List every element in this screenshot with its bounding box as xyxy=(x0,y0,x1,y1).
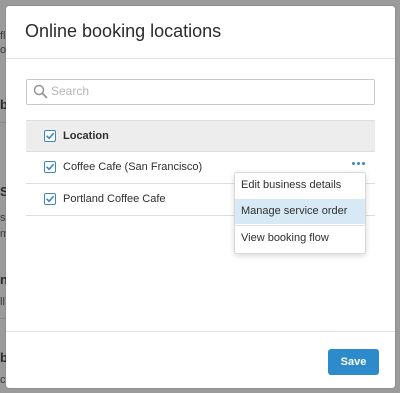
checkmark-icon xyxy=(46,195,54,203)
background-text: c xyxy=(0,374,6,386)
column-header-location: Location xyxy=(63,130,109,142)
table-header-row: Location xyxy=(26,120,375,152)
checkmark-icon xyxy=(46,163,54,171)
background-text: s xyxy=(0,212,6,224)
booking-locations-modal: Online booking locations Location Coffee… xyxy=(6,6,395,388)
location-checkbox[interactable] xyxy=(44,193,56,205)
search-icon xyxy=(33,84,48,99)
search-box[interactable] xyxy=(26,79,375,105)
select-all-checkbox[interactable] xyxy=(44,130,56,142)
location-checkbox[interactable] xyxy=(44,161,56,173)
background-text: ll xyxy=(0,296,5,308)
menu-item-view-booking-flow[interactable]: View booking flow xyxy=(235,226,365,251)
location-name: Coffee Cafe (San Francisco) xyxy=(63,161,203,173)
modal-header: Online booking locations xyxy=(6,6,395,59)
location-name: Portland Coffee Cafe xyxy=(63,193,166,205)
menu-item-edit-business-details[interactable]: Edit business details xyxy=(235,173,365,198)
more-horizontal-icon[interactable] xyxy=(352,162,366,168)
modal-footer-divider xyxy=(6,331,395,332)
search-input[interactable] xyxy=(51,82,361,100)
checkmark-icon xyxy=(46,132,54,140)
save-button[interactable]: Save xyxy=(328,349,379,375)
background-text: fl xyxy=(0,30,6,42)
menu-item-manage-service-order[interactable]: Manage service order xyxy=(235,199,365,224)
modal-title: Online booking locations xyxy=(25,21,222,41)
location-actions-menu: Edit business details Manage service ord… xyxy=(234,172,366,254)
